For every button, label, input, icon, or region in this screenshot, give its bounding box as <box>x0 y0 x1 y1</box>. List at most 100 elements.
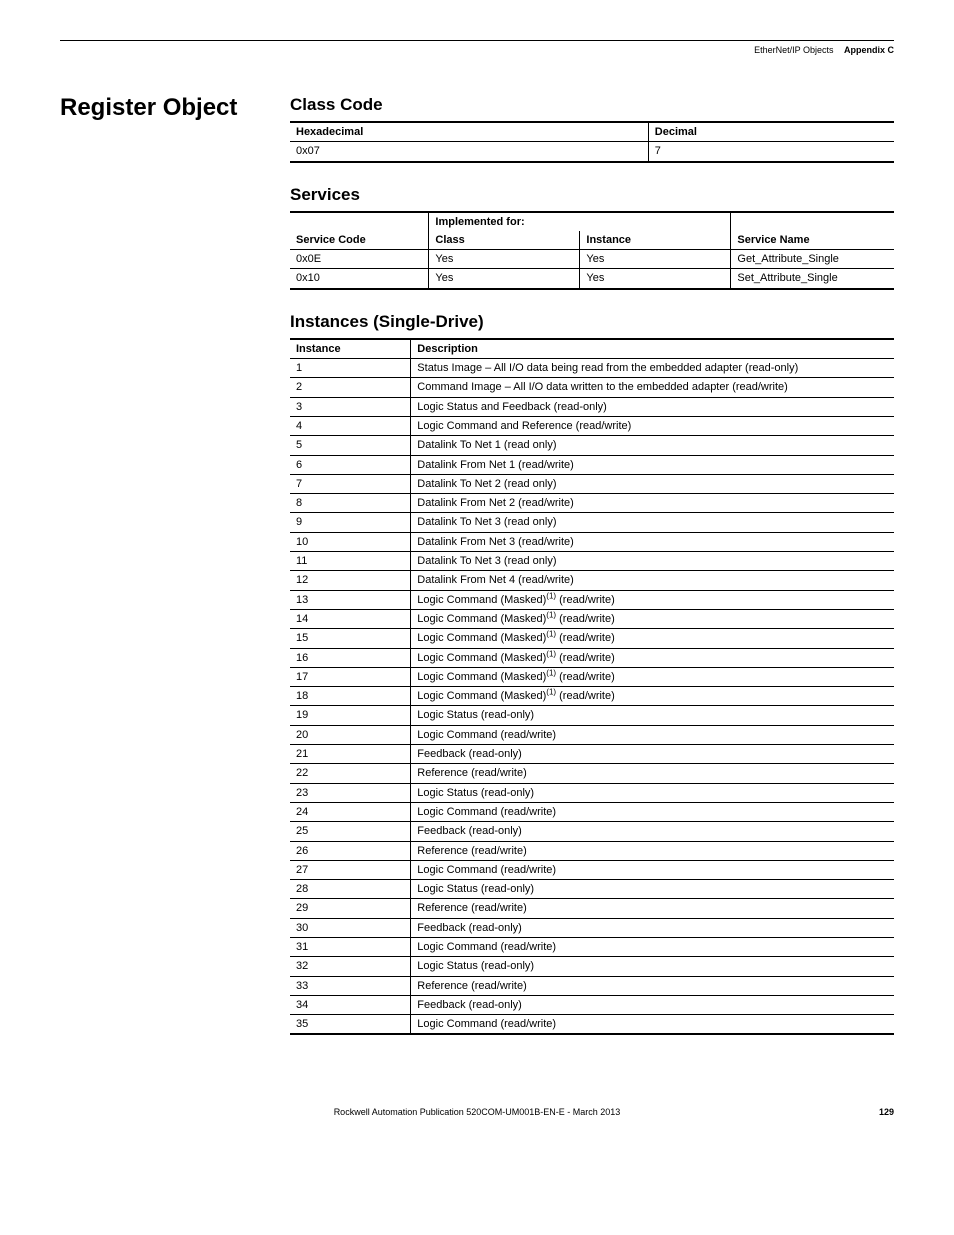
section-title: Register Object <box>60 95 290 121</box>
instance-number: 3 <box>290 397 411 416</box>
page-footer: Rockwell Automation Publication 520COM-U… <box>60 1107 894 1117</box>
services-col-name: Service Name <box>731 231 894 250</box>
table-row: 16Logic Command (Masked)(1) (read/write) <box>290 648 894 667</box>
table-row: 22Reference (read/write) <box>290 764 894 783</box>
table-row: 31Logic Command (read/write) <box>290 937 894 956</box>
classcode-col-dec: Decimal <box>648 122 894 142</box>
table-row: 0x0EYesYesGet_Attribute_Single <box>290 250 894 269</box>
table-row: 19Logic Status (read-only) <box>290 706 894 725</box>
table-row: 4Logic Command and Reference (read/write… <box>290 416 894 435</box>
instance-desc: Logic Command (read/write) <box>411 725 894 744</box>
instance-number: 35 <box>290 1015 411 1035</box>
table-row: 27Logic Command (read/write) <box>290 860 894 879</box>
instance-number: 2 <box>290 378 411 397</box>
instance-number: 16 <box>290 648 411 667</box>
services-col-code: Service Code <box>290 231 429 250</box>
instance-number: 23 <box>290 783 411 802</box>
instance-number: 12 <box>290 571 411 590</box>
instance-desc: Logic Command (read/write) <box>411 937 894 956</box>
table-row: 17Logic Command (Masked)(1) (read/write) <box>290 667 894 686</box>
table-row: 18Logic Command (Masked)(1) (read/write) <box>290 687 894 706</box>
instance-number: 7 <box>290 474 411 493</box>
instance-desc: Logic Status and Feedback (read-only) <box>411 397 894 416</box>
instance-desc: Logic Status (read-only) <box>411 783 894 802</box>
table-row: 12Datalink From Net 4 (read/write) <box>290 571 894 590</box>
instance-desc: Logic Command (Masked)(1) (read/write) <box>411 687 894 706</box>
instance-number: 6 <box>290 455 411 474</box>
instance-desc: Datalink To Net 3 (read only) <box>411 552 894 571</box>
instance-number: 28 <box>290 880 411 899</box>
instance-number: 31 <box>290 937 411 956</box>
instance-desc: Logic Status (read-only) <box>411 880 894 899</box>
instance-number: 10 <box>290 532 411 551</box>
table-row: 5Datalink To Net 1 (read only) <box>290 436 894 455</box>
table-row: 29Reference (read/write) <box>290 899 894 918</box>
services-heading: Services <box>290 185 894 205</box>
services-cell: 0x0E <box>290 250 429 269</box>
table-row: 13Logic Command (Masked)(1) (read/write) <box>290 590 894 609</box>
instance-number: 26 <box>290 841 411 860</box>
classcode-hex: 0x07 <box>290 142 648 162</box>
instance-desc: Logic Command (read/write) <box>411 802 894 821</box>
instance-number: 5 <box>290 436 411 455</box>
instance-number: 24 <box>290 802 411 821</box>
running-header: EtherNet/IP Objects Appendix C <box>60 45 894 55</box>
services-col-class: Class <box>429 231 580 250</box>
table-row: 32Logic Status (read-only) <box>290 957 894 976</box>
instance-desc: Logic Command (Masked)(1) (read/write) <box>411 648 894 667</box>
instance-desc: Datalink From Net 1 (read/write) <box>411 455 894 474</box>
instance-desc: Datalink To Net 3 (read only) <box>411 513 894 532</box>
services-table: Implemented for: Service Code Class Inst… <box>290 211 894 290</box>
header-subject: EtherNet/IP Objects <box>754 45 833 55</box>
instance-desc: Feedback (read-only) <box>411 995 894 1014</box>
table-row: 8Datalink From Net 2 (read/write) <box>290 494 894 513</box>
table-row: 35Logic Command (read/write) <box>290 1015 894 1035</box>
instance-desc: Logic Command (Masked)(1) (read/write) <box>411 590 894 609</box>
instance-number: 1 <box>290 359 411 378</box>
table-row: 6Datalink From Net 1 (read/write) <box>290 455 894 474</box>
instance-desc: Feedback (read-only) <box>411 822 894 841</box>
instance-number: 21 <box>290 745 411 764</box>
classcode-dec: 7 <box>648 142 894 162</box>
instance-number: 15 <box>290 629 411 648</box>
instance-number: 14 <box>290 609 411 628</box>
table-row: 33Reference (read/write) <box>290 976 894 995</box>
table-row: 11Datalink To Net 3 (read only) <box>290 552 894 571</box>
instance-number: 20 <box>290 725 411 744</box>
services-col-instance: Instance <box>580 231 731 250</box>
instance-number: 17 <box>290 667 411 686</box>
table-row: 1Status Image – All I/O data being read … <box>290 359 894 378</box>
services-blank-left <box>290 212 429 231</box>
instance-number: 34 <box>290 995 411 1014</box>
instance-desc: Logic Command (Masked)(1) (read/write) <box>411 667 894 686</box>
instance-desc: Logic Command and Reference (read/write) <box>411 416 894 435</box>
instance-number: 8 <box>290 494 411 513</box>
instance-number: 33 <box>290 976 411 995</box>
table-row: 34Feedback (read-only) <box>290 995 894 1014</box>
header-appendix: Appendix C <box>844 45 894 55</box>
instance-number: 32 <box>290 957 411 976</box>
table-row: 7Datalink To Net 2 (read only) <box>290 474 894 493</box>
instance-number: 30 <box>290 918 411 937</box>
instance-number: 18 <box>290 687 411 706</box>
table-row: 24Logic Command (read/write) <box>290 802 894 821</box>
instance-desc: Datalink To Net 1 (read only) <box>411 436 894 455</box>
table-row: 30Feedback (read-only) <box>290 918 894 937</box>
table-row: 9Datalink To Net 3 (read only) <box>290 513 894 532</box>
instance-number: 22 <box>290 764 411 783</box>
instances-col-instance: Instance <box>290 339 411 359</box>
instance-number: 9 <box>290 513 411 532</box>
services-cell: Yes <box>429 269 580 289</box>
instance-desc: Logic Command (Masked)(1) (read/write) <box>411 609 894 628</box>
instance-desc: Status Image – All I/O data being read f… <box>411 359 894 378</box>
instance-number: 29 <box>290 899 411 918</box>
services-cell: 0x10 <box>290 269 429 289</box>
services-cell: Yes <box>580 269 731 289</box>
table-row: 0x10YesYesSet_Attribute_Single <box>290 269 894 289</box>
footer-page: 129 <box>879 1107 894 1117</box>
services-blank-right <box>731 212 894 231</box>
instance-desc: Command Image – All I/O data written to … <box>411 378 894 397</box>
instance-desc: Reference (read/write) <box>411 841 894 860</box>
table-row: 25Feedback (read-only) <box>290 822 894 841</box>
table-row: 0x07 7 <box>290 142 894 162</box>
